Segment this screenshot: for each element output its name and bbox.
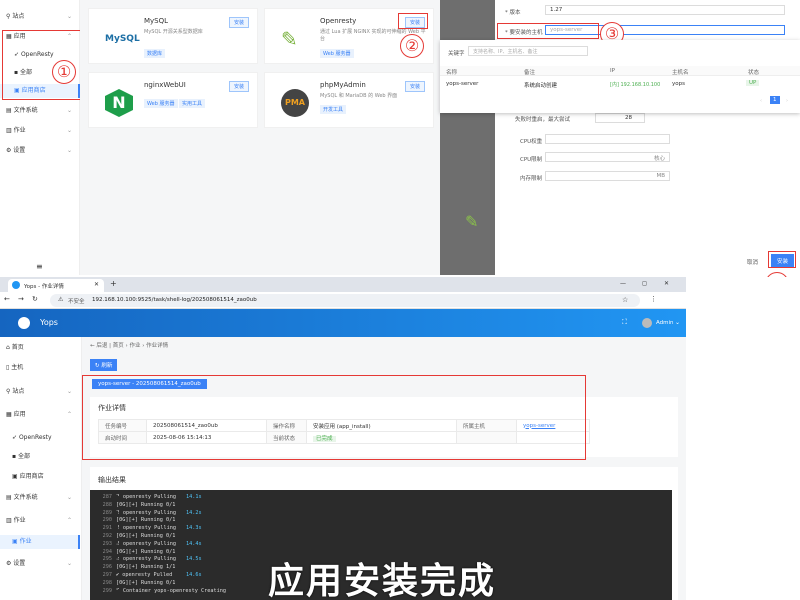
install-button[interactable]: 安装 xyxy=(228,81,249,92)
appstore-area: MySQL MySQL MySQL 开源关系型数据库 数据库 安装 ✎ Open… xyxy=(80,0,440,275)
fullscreen-icon[interactable]: ⛶ xyxy=(622,318,627,327)
browser-tab[interactable]: Yops - 作业详情 ✕ xyxy=(8,279,104,292)
overlay-caption: 应用安装完成 xyxy=(268,562,497,600)
new-tab-button[interactable]: + xyxy=(110,279,117,288)
sidebar-item-filesystem[interactable]: ▤ 文件系统 ⌄ xyxy=(0,491,80,505)
annotation-box-host xyxy=(497,23,599,39)
cpu-weight-input[interactable] xyxy=(545,134,670,144)
log-line: 292 [0G][+] Running 0/1 xyxy=(102,532,176,539)
install-button[interactable]: 安装 xyxy=(228,17,249,28)
cancel-button[interactable]: 取消 xyxy=(747,258,758,266)
app-card-mysql: MySQL MySQL MySQL 开源关系型数据库 数据库 安装 xyxy=(88,8,258,64)
pager-prev[interactable]: ‹ xyxy=(760,98,762,104)
annotation-1: ① xyxy=(52,60,76,84)
close-tab-icon[interactable]: ✕ xyxy=(94,281,99,288)
address-bar[interactable]: ⚠ 不安全 192.168.10.100:9525/task/shell-log… xyxy=(50,294,640,307)
log-line: 294 [0G][+] Running 0/1 xyxy=(102,548,176,555)
sidebar-item-home[interactable]: ⌂ 首页 xyxy=(0,341,80,355)
tag[interactable]: Web 服务器 xyxy=(144,99,178,108)
browser-tabbar: Yops - 作业详情 ✕ + — ◻ ✕ xyxy=(0,277,686,292)
app-card-phpmyadmin: PMA phpMyAdmin MySQL 和 MariaDB 的 Web 界面 … xyxy=(264,72,434,128)
app-card-nginxwebui: N nginxWebUI Web 服务器 实用工具 安装 xyxy=(88,72,258,128)
yops-logo-icon xyxy=(12,281,20,289)
log-line: 288 [0G][+] Running 0/1 xyxy=(102,501,176,508)
sidebar-item-jobs[interactable]: ▥ 作业 ⌃ xyxy=(0,514,80,528)
annotation-box-submit xyxy=(768,251,796,268)
chevron-down-icon: ⌄ xyxy=(66,107,72,114)
chevron-down-icon: ⌄ xyxy=(66,560,72,567)
warning-icon: ⚠ xyxy=(58,296,64,303)
pager-next[interactable]: › xyxy=(786,98,788,104)
mysql-logo: MySQL xyxy=(105,34,140,44)
install-button[interactable]: 安装 xyxy=(404,81,425,92)
menu-icon[interactable]: ≡ xyxy=(36,262,43,271)
openresty-logo-icon: ✎ xyxy=(281,27,298,51)
chevron-down-icon: ⌄ xyxy=(66,13,72,20)
tag[interactable]: 实用工具 xyxy=(179,99,206,108)
log-line: 287 ⠙ openresty Pulling 14.1s xyxy=(102,494,202,500)
tag[interactable]: 开发工具 xyxy=(320,105,347,114)
sidebar-item-apps[interactable]: ▦ 应用 ⌃ xyxy=(0,408,80,422)
sidebar-item-filesystem[interactable]: ▤ 文件系统 ⌄ xyxy=(0,104,80,118)
mask-openresty-logo-icon: ✎ xyxy=(465,212,479,231)
sidebar-item-appstore[interactable]: ▣ 应用商店 xyxy=(0,470,80,484)
avatar[interactable] xyxy=(642,318,652,328)
annotation-box-install xyxy=(398,13,428,29)
yops-logo-icon xyxy=(18,317,30,329)
sidebar-item-all[interactable]: ▪ 全部 xyxy=(0,450,80,464)
page-background-strip xyxy=(686,277,800,600)
breadcrumb: ← 后退 | 首页 › 作业 › 作业详情 xyxy=(90,343,169,349)
forward-icon[interactable]: → xyxy=(18,295,24,303)
restart-count-input[interactable]: 28 xyxy=(595,113,645,123)
chevron-up-icon: ⌃ xyxy=(66,517,72,524)
sidebar-item-hosts[interactable]: ▯ 主机 xyxy=(0,361,80,375)
tag[interactable]: 数据库 xyxy=(144,49,166,58)
version-select[interactable]: 1.27 xyxy=(545,5,785,15)
extensions-icon[interactable]: ⋮ xyxy=(650,295,657,303)
log-line: 291 ⠸ openresty Pulling 14.3s xyxy=(102,525,202,532)
chevron-down-icon: ⌄ xyxy=(66,388,72,395)
maximize-button[interactable]: ◻ xyxy=(642,280,647,287)
cpu-limit-input[interactable]: 核心 xyxy=(545,152,670,162)
mem-limit-input[interactable]: MB xyxy=(545,171,670,181)
back-icon[interactable]: ← xyxy=(4,295,10,303)
bottom-sidebar: ⌂ 首页 ▯ 主机 ⚲ 站点 ⌄ ▦ 应用 ⌃ ➶ OpenResty ▪ 全部 ▣… xyxy=(0,337,82,600)
chevron-down-icon: ⌄ xyxy=(66,494,72,501)
chevron-down-icon: ⌄ xyxy=(66,127,72,134)
table-row[interactable]: yops-server 系统启动创建 [内] 192.168.10.100 yo… xyxy=(440,79,800,90)
sidebar-item-sites[interactable]: ⚲ 站点 ⌄ xyxy=(0,10,80,24)
back-link[interactable]: ← 后退 xyxy=(90,343,107,349)
app-header: Yops ⛶ Admin ⌄ xyxy=(0,309,686,337)
minimize-button[interactable]: — xyxy=(620,280,626,287)
pager-page[interactable]: 1 xyxy=(770,96,780,104)
chevron-up-icon: ⌃ xyxy=(66,411,72,418)
nginx-logo-icon: N xyxy=(105,89,133,117)
refresh-button[interactable]: ↻ 刷新 xyxy=(90,359,118,371)
keyword-input[interactable]: 支持名称、IP、主机名、备注 xyxy=(468,46,588,56)
chevron-down-icon[interactable]: ⌄ xyxy=(675,319,680,326)
sidebar-item-settings[interactable]: ⚙ 设置 ⌄ xyxy=(0,557,80,571)
sidebar-item-openresty[interactable]: ➶ OpenResty xyxy=(0,431,80,445)
sidebar-item-jobs[interactable]: ▥ 作业 ⌄ xyxy=(0,124,80,138)
log-line: 293 ⠼ openresty Pulling 14.4s xyxy=(102,540,202,547)
reload-icon[interactable]: ↻ xyxy=(32,295,38,303)
log-line: 290 [0G][+] Running 0/1 xyxy=(102,517,176,524)
status-badge: UP xyxy=(746,80,760,86)
close-window-button[interactable]: ✕ xyxy=(664,280,669,287)
sidebar-item-settings[interactable]: ⚙ 设置 ⌄ xyxy=(0,144,80,158)
host-picker-popup: 关键字 支持名称、IP、主机名、备注 名称 备注 IP 主机名 状态 yops-… xyxy=(440,40,800,113)
sidebar-item-sites[interactable]: ⚲ 站点 ⌄ xyxy=(0,385,80,399)
log-line: 289 ⠹ openresty Pulling 14.2s xyxy=(102,509,202,516)
annotation-2: ② xyxy=(400,34,424,58)
browser-toolbar: ← → ↻ ⚠ 不安全 192.168.10.100:9525/task/she… xyxy=(0,292,686,309)
sidebar-item-job-list[interactable]: ▣ 作业 xyxy=(0,535,80,549)
chevron-down-icon: ⌄ xyxy=(66,147,72,154)
annotation-box-detail xyxy=(82,375,586,460)
tag[interactable]: Web 服务器 xyxy=(320,49,354,58)
star-icon[interactable]: ☆ xyxy=(622,296,628,304)
pma-logo: PMA xyxy=(281,89,309,117)
